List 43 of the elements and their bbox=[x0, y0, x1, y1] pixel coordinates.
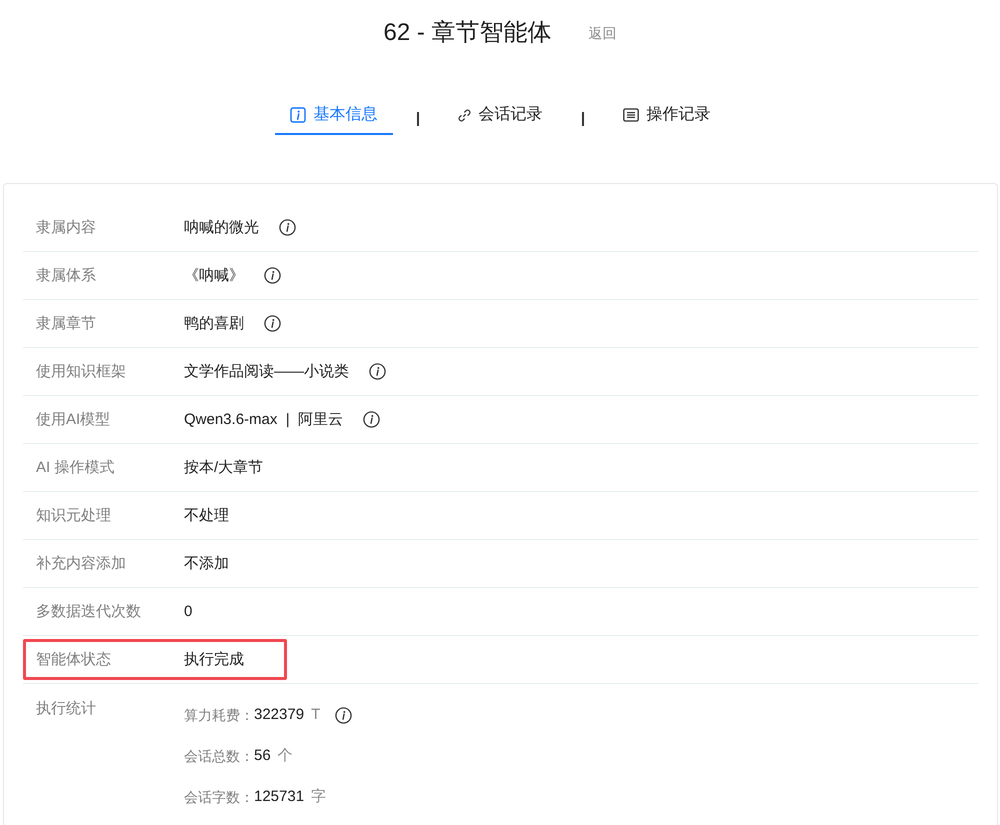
field-value: 不添加 bbox=[184, 554, 229, 573]
field-label: 隶属体系 bbox=[36, 266, 97, 285]
field-label: 隶属内容 bbox=[36, 218, 97, 237]
field-value: 按本/大章节 bbox=[184, 458, 264, 477]
info-square-icon bbox=[290, 107, 306, 123]
stat-unit: T bbox=[311, 705, 320, 725]
stat-value: 125731 bbox=[254, 787, 304, 807]
field-label: 隶属章节 bbox=[36, 314, 97, 333]
field-label: 使用AI模型 bbox=[36, 410, 112, 429]
stat-unit: 字 bbox=[311, 787, 326, 807]
field-value: 《呐喊》 bbox=[184, 266, 244, 285]
field-value: Qwen3.6-max | 阿里云 bbox=[184, 410, 343, 429]
tab[interactable]: 基本信息 bbox=[274, 103, 392, 135]
stat-unit: 个 bbox=[278, 746, 293, 766]
field-label: 补充内容添加 bbox=[36, 554, 127, 573]
field-value: 0 bbox=[184, 603, 192, 620]
info-icon[interactable] bbox=[369, 363, 386, 380]
link-icon bbox=[458, 108, 470, 122]
info-icon[interactable] bbox=[264, 267, 281, 284]
field-label: 智能体状态 bbox=[36, 650, 112, 669]
list-icon bbox=[622, 107, 638, 123]
stat-value: 56 bbox=[254, 746, 271, 766]
field-value: 呐喊的微光 bbox=[184, 218, 259, 237]
field-label: 使用知识框架 bbox=[36, 362, 127, 381]
field-label: AI 操作模式 bbox=[36, 458, 116, 477]
field-value: 文学作品阅读——小说类 bbox=[184, 362, 349, 381]
field-value: 鸭的喜剧 bbox=[184, 314, 244, 333]
field-label: 知识元处理 bbox=[36, 506, 112, 525]
tab[interactable]: 会话记录 bbox=[442, 103, 558, 135]
field-label: 执行统计 bbox=[36, 699, 97, 718]
info-icon[interactable] bbox=[362, 411, 380, 428]
stat-label: 会话字数： bbox=[184, 788, 254, 807]
stat-label: 算力耗费： bbox=[184, 706, 254, 725]
field-value: 不处理 bbox=[184, 506, 229, 525]
field-label: 多数据迭代次数 bbox=[36, 602, 142, 621]
info-icon[interactable] bbox=[264, 315, 281, 332]
stat-label: 会话总数： bbox=[184, 747, 254, 766]
stat-value: 322379 bbox=[254, 705, 304, 725]
info-icon[interactable] bbox=[335, 706, 352, 724]
page-title: 62 - 章节智能体 bbox=[383, 18, 552, 48]
info-icon[interactable] bbox=[279, 219, 296, 236]
field-value: 执行完成 bbox=[184, 650, 244, 669]
tab[interactable]: 操作记录 bbox=[608, 103, 726, 135]
